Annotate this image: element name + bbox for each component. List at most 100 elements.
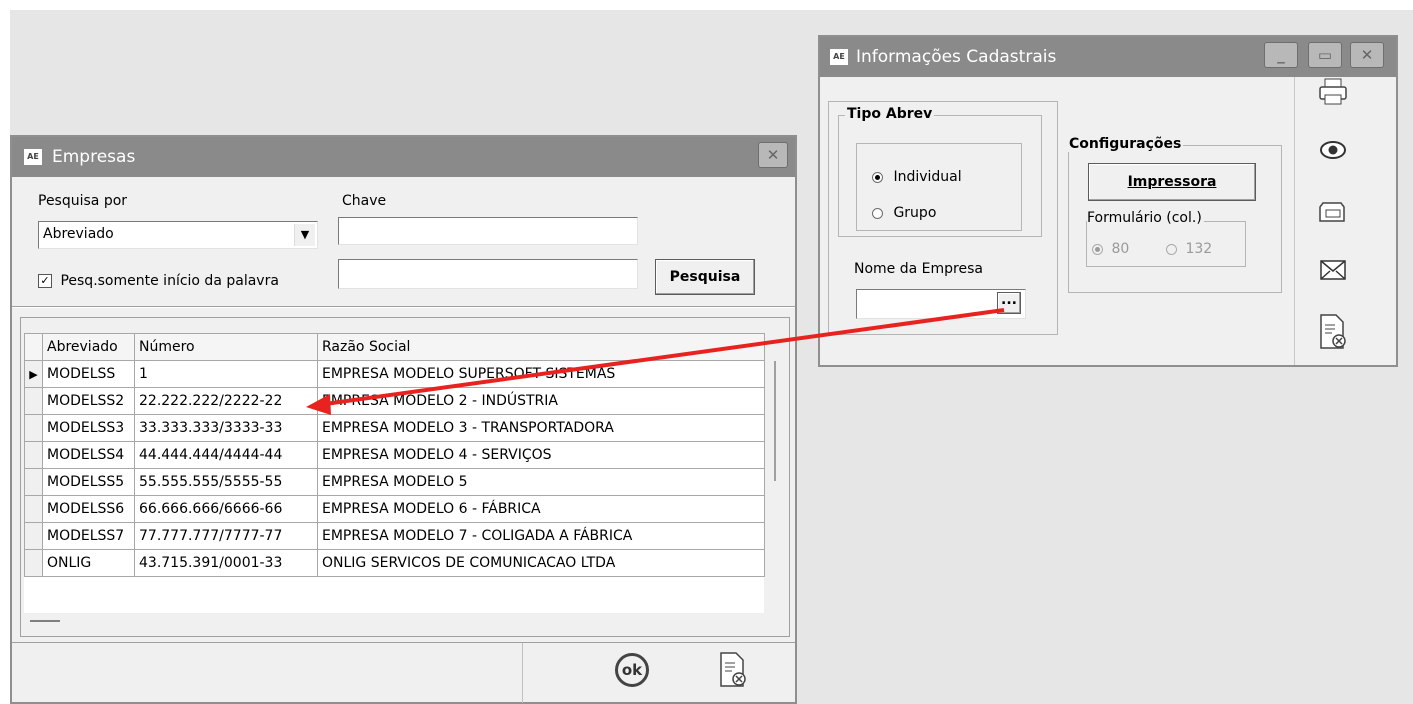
radio-individual-label: Individual <box>893 169 962 185</box>
row-indicator-icon[interactable]: ▶ <box>24 360 43 388</box>
cell-abreviado: MODELSS <box>42 360 135 388</box>
cell-abreviado: MODELSS7 <box>42 522 135 550</box>
cell-numero: 1 <box>134 360 318 388</box>
radio-icon <box>1166 243 1177 255</box>
key-label: Chave <box>342 193 387 209</box>
only-start-checkbox[interactable]: ✓ Pesq.somente início da palavra <box>38 273 279 289</box>
secondary-search-input[interactable] <box>338 259 638 289</box>
column-header[interactable]: Abreviado <box>42 333 135 361</box>
right-toolbar-divider <box>1294 77 1295 365</box>
empresas-window: AE Empresas ✕ Pesquisa por Abreviado ▼ C… <box>10 135 797 704</box>
fax-button[interactable] <box>1316 197 1350 227</box>
row-indicator[interactable] <box>24 549 43 577</box>
cell-numero: 77.777.777/7777-77 <box>134 522 318 550</box>
table-row[interactable]: MODELSS2 22.222.222/2222-22 EMPRESA MODELO… <box>24 387 765 415</box>
vertical-scrollbar-thumb[interactable] <box>774 361 776 481</box>
cell-razao-social: EMPRESA MODELO SUPERSOFT SISTEMAS <box>317 360 765 388</box>
table-header-row: Abreviado Número Razão Social <box>24 333 765 361</box>
radio-col-80[interactable]: 80 <box>1092 241 1129 257</box>
radio-icon <box>872 171 883 183</box>
print-button[interactable] <box>1316 77 1350 107</box>
close-icon: ✕ <box>1360 46 1374 64</box>
table-row[interactable]: MODELSS6 66.666.666/6666-66 EMPRESA MODELO… <box>24 495 765 523</box>
radio-icon <box>1092 243 1103 255</box>
table-row[interactable]: MODELSS5 55.555.555/5555-55 EMPRESA MODELO… <box>24 468 765 496</box>
impressora-label: Impressora <box>1127 174 1217 190</box>
browse-button[interactable]: ... <box>997 292 1021 314</box>
radio-grupo[interactable]: Grupo <box>872 205 936 221</box>
cancel-document-button[interactable] <box>1316 313 1350 351</box>
app-icon: AE <box>24 149 42 165</box>
close-button[interactable]: ✕ <box>758 142 788 168</box>
table-row[interactable]: MODELSS7 77.777.777/7777-77 EMPRESA MODELO… <box>24 522 765 550</box>
column-header[interactable]: Número <box>134 333 318 361</box>
cell-razao-social: EMPRESA MODELO 2 - INDÚSTRIA <box>317 387 765 415</box>
window-title: Empresas <box>52 147 136 167</box>
cell-numero: 33.333.333/3333-33 <box>134 414 318 442</box>
radio-icon <box>872 207 883 219</box>
ok-label: ok <box>621 661 643 679</box>
info-window: AE Informações Cadastrais _ ▭ ✕ Tipo Abr… <box>818 35 1398 367</box>
cell-abreviado: MODELSS5 <box>42 468 135 496</box>
maximize-button[interactable]: ▭ <box>1308 42 1342 68</box>
key-input[interactable] <box>338 217 638 245</box>
email-button[interactable] <box>1316 255 1350 285</box>
empresas-titlebar[interactable]: AE Empresas ✕ <box>12 137 795 177</box>
bottom-divider <box>12 642 795 643</box>
cell-razao-social: ONLIG SERVICOS DE COMUNICACAO LTDA <box>317 549 765 577</box>
table-row[interactable]: ▶ MODELSS 1 EMPRESA MODELO SUPERSOFT SISTEM… <box>24 360 765 388</box>
nome-empresa-input[interactable]: ... <box>856 289 1026 319</box>
cell-abreviado: MODELSS4 <box>42 441 135 469</box>
column-header[interactable]: Razão Social <box>317 333 765 361</box>
eye-icon <box>1320 141 1346 159</box>
table-row[interactable]: MODELSS4 44.444.444/4444-44 EMPRESA MODELO… <box>24 441 765 469</box>
minimize-button[interactable]: _ <box>1264 42 1298 68</box>
table-row[interactable]: MODELSS3 33.333.333/3333-33 EMPRESA MODELO… <box>24 414 765 442</box>
companies-table: Abreviado Número Razão Social ▶ MODELSS 1 E… <box>24 333 765 577</box>
configuracoes-label: Configurações <box>1067 136 1184 152</box>
cell-razao-social: EMPRESA MODELO 3 - TRANSPORTADORA <box>317 414 765 442</box>
close-icon: ✕ <box>766 146 780 164</box>
chevron-down-icon[interactable]: ▼ <box>294 224 315 246</box>
envelope-icon <box>1320 260 1346 280</box>
col-132-label: 132 <box>1185 241 1213 257</box>
cancel-document-icon <box>1320 314 1346 349</box>
impressora-button[interactable]: Impressora <box>1088 163 1256 201</box>
horizontal-scroll-indicator[interactable] <box>30 620 60 622</box>
cell-razao-social: EMPRESA MODELO 4 - SERVIÇOS <box>317 441 765 469</box>
cell-abreviado: ONLIG <box>42 549 135 577</box>
cell-numero: 43.715.391/0001-33 <box>134 549 318 577</box>
divider <box>12 306 795 308</box>
row-indicator[interactable] <box>24 495 43 523</box>
ok-button[interactable]: ok <box>615 653 649 687</box>
table-row[interactable]: ONLIG 43.715.391/0001-33 ONLIG SERVICOS DE… <box>24 549 765 577</box>
cell-razao-social: EMPRESA MODELO 7 - COLIGADA A FÁBRICA <box>317 522 765 550</box>
cancel-document-icon <box>720 652 746 687</box>
close-button[interactable]: ✕ <box>1350 42 1384 68</box>
row-indicator[interactable] <box>24 387 43 415</box>
only-start-label: Pesq.somente início da palavra <box>60 273 279 289</box>
fax-icon <box>1319 202 1345 222</box>
info-titlebar[interactable]: AE Informações Cadastrais _ ▭ ✕ <box>820 37 1396 77</box>
printer-icon <box>1319 78 1347 105</box>
app-icon: AE <box>830 49 848 65</box>
radio-col-132[interactable]: 132 <box>1166 241 1212 257</box>
radio-individual[interactable]: Individual <box>872 169 962 185</box>
row-indicator[interactable] <box>24 441 43 469</box>
cell-abreviado: MODELSS3 <box>42 414 135 442</box>
footer-separator <box>522 643 523 703</box>
formulario-label: Formulário (col.) <box>1087 210 1204 226</box>
row-indicator[interactable] <box>24 414 43 442</box>
row-indicator[interactable] <box>24 468 43 496</box>
cancel-document-button[interactable] <box>718 651 748 689</box>
cell-razao-social: EMPRESA MODELO 6 - FÁBRICA <box>317 495 765 523</box>
preview-button[interactable] <box>1316 135 1350 165</box>
search-button[interactable]: Pesquisa <box>655 259 755 295</box>
row-indicator[interactable] <box>24 522 43 550</box>
radio-grupo-label: Grupo <box>893 205 937 221</box>
cell-numero: 66.666.666/6666-66 <box>134 495 318 523</box>
search-by-select[interactable]: Abreviado ▼ <box>38 221 318 249</box>
header-indicator <box>24 333 43 361</box>
browse-label: ... <box>1001 292 1017 308</box>
minimize-icon: _ <box>1277 46 1285 64</box>
